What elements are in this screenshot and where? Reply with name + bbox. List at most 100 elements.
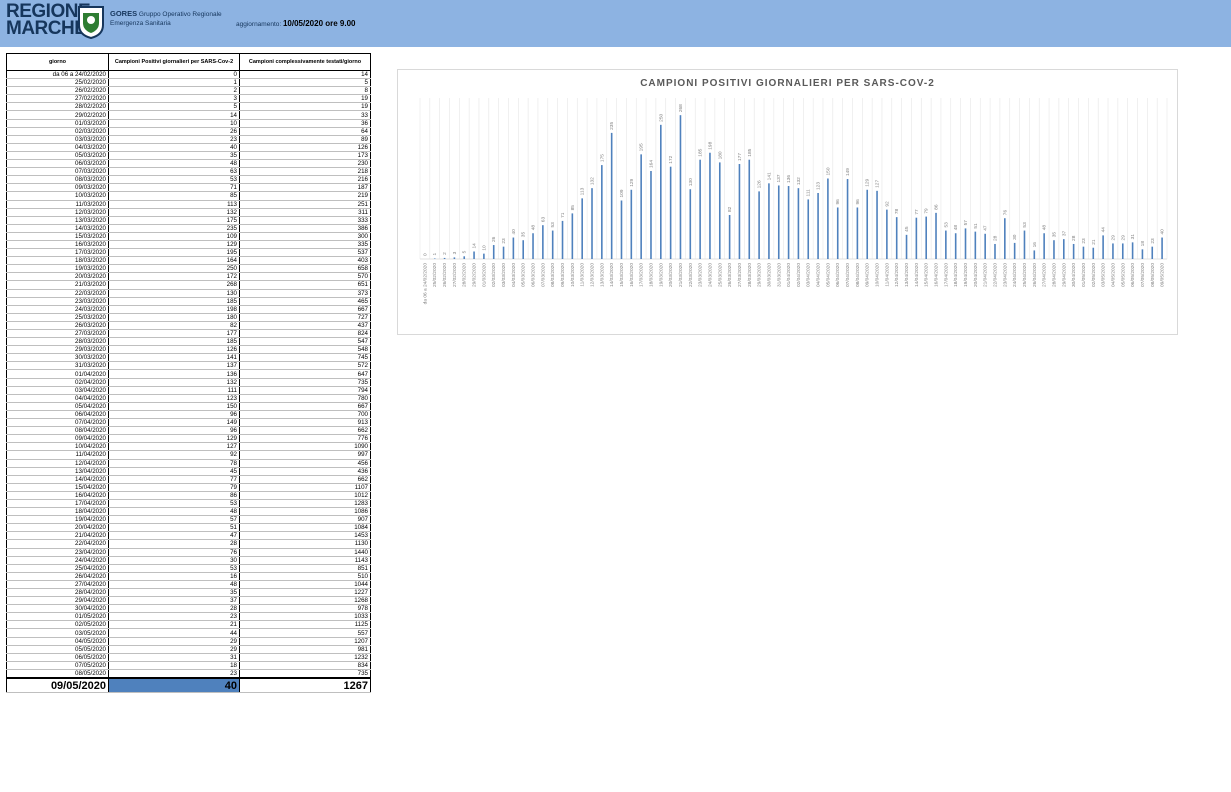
cell-positivi: 141 bbox=[108, 353, 240, 363]
cell-testati: 651 bbox=[239, 280, 371, 290]
cell-positivi-latest: 40 bbox=[108, 677, 240, 694]
data-label: 0 bbox=[422, 253, 428, 256]
table-row: 27/04/2020 48 1044 bbox=[6, 580, 371, 590]
cell-positivi: 14 bbox=[108, 110, 240, 120]
cell-testati: 735 bbox=[239, 378, 371, 387]
x-tick-label: 17/03/2020 bbox=[639, 263, 645, 287]
bar bbox=[984, 233, 986, 259]
cell-testati: 173 bbox=[239, 151, 371, 161]
bar bbox=[522, 240, 525, 259]
table-row: da 06 a 24/02/2020 0 14 bbox=[6, 70, 371, 80]
data-label: 185 bbox=[747, 148, 753, 156]
cell-positivi: 111 bbox=[108, 386, 240, 395]
cell-positivi: 195 bbox=[108, 248, 240, 258]
table-row: 05/05/2020 29 981 bbox=[6, 645, 371, 654]
data-label: 23 bbox=[501, 238, 507, 244]
cell-testati: 216 bbox=[239, 175, 371, 185]
update-label: aggiornamento: bbox=[236, 21, 282, 28]
cell-testati: 187 bbox=[239, 183, 371, 193]
data-label: 137 bbox=[776, 174, 782, 182]
bar bbox=[1131, 242, 1134, 259]
x-tick-label: 23/03/2020 bbox=[698, 263, 704, 287]
data-label: 53 bbox=[943, 222, 949, 228]
data-label: 150 bbox=[825, 167, 831, 175]
cell-giorno: 21/04/2020 bbox=[6, 531, 109, 541]
cell-testati: 1107 bbox=[239, 483, 371, 492]
data-label: 21 bbox=[1091, 239, 1097, 245]
cell-giorno: 06/04/2020 bbox=[6, 410, 109, 420]
cell-giorno: 26/03/2020 bbox=[6, 321, 109, 331]
cell-positivi: 136 bbox=[108, 369, 240, 379]
cell-giorno: 16/04/2020 bbox=[6, 491, 109, 500]
bar bbox=[964, 228, 967, 259]
cell-giorno: 09/03/2020 bbox=[6, 183, 109, 193]
x-tick-label: 15/03/2020 bbox=[619, 263, 625, 287]
x-tick-label: 16/03/2020 bbox=[629, 263, 635, 287]
cell-testati: 465 bbox=[239, 297, 371, 306]
x-tick-label: 18/04/2020 bbox=[953, 263, 959, 287]
cell-giorno: 18/04/2020 bbox=[6, 507, 109, 517]
cell-giorno: 13/03/2020 bbox=[6, 216, 109, 225]
x-tick-label: 01/04/2020 bbox=[786, 263, 792, 287]
data-table-container: giorno Campioni Positivi giornalieri per… bbox=[6, 53, 371, 694]
bar bbox=[1004, 218, 1006, 259]
cell-testati: 218 bbox=[239, 167, 371, 177]
cell-positivi: 23 bbox=[108, 669, 240, 679]
data-table: giorno Campioni Positivi giornalieri per… bbox=[6, 53, 371, 694]
data-label: 149 bbox=[845, 168, 851, 176]
x-tick-label: 24/03/2020 bbox=[707, 263, 713, 287]
table-row: 30/03/2020 141 745 bbox=[6, 353, 371, 363]
data-label: 16 bbox=[1032, 242, 1038, 248]
cell-positivi: 129 bbox=[108, 240, 240, 250]
table-row: 03/04/2020 111 794 bbox=[6, 386, 371, 395]
bar bbox=[768, 183, 770, 259]
cell-giorno: 01/04/2020 bbox=[6, 369, 109, 379]
bar-chart: 0 da 06 a 24/02/2020 1 25/02/2020 2 26/02/202… bbox=[419, 98, 1168, 304]
cell-testati: 1012 bbox=[239, 491, 371, 500]
cell-giorno: 05/05/2020 bbox=[6, 645, 109, 654]
bar bbox=[443, 257, 446, 259]
bar bbox=[886, 209, 888, 259]
cell-giorno: 01/05/2020 bbox=[6, 612, 109, 622]
bar bbox=[895, 217, 898, 259]
cell-giorno: 31/03/2020 bbox=[6, 361, 109, 371]
table-row: 18/03/2020 164 403 bbox=[6, 256, 371, 266]
bar bbox=[473, 251, 475, 259]
bar bbox=[935, 212, 937, 259]
cell-giorno: 29/04/2020 bbox=[6, 596, 109, 606]
bar bbox=[1151, 246, 1154, 259]
table-row: 06/05/2020 31 1232 bbox=[6, 653, 371, 662]
table-row: 14/04/2020 77 662 bbox=[6, 475, 371, 484]
cell-positivi: 113 bbox=[108, 200, 240, 209]
data-label: 76 bbox=[1002, 210, 1008, 216]
x-tick-label: 27/02/2020 bbox=[452, 263, 458, 287]
table-row: 03/05/2020 44 557 bbox=[6, 628, 371, 638]
cell-testati: 735 bbox=[239, 669, 371, 679]
cell-giorno: 23/03/2020 bbox=[6, 297, 109, 306]
bar bbox=[502, 246, 505, 259]
cell-positivi: 85 bbox=[108, 191, 240, 201]
cell-giorno: 13/04/2020 bbox=[6, 467, 109, 476]
cell-testati: 8 bbox=[239, 86, 371, 96]
cell-giorno: 03/03/2020 bbox=[6, 135, 109, 144]
cell-positivi: 172 bbox=[108, 272, 240, 282]
cell-testati: 1453 bbox=[239, 531, 371, 541]
cell-giorno: 28/04/2020 bbox=[6, 588, 109, 598]
table-row: 09/04/2020 129 776 bbox=[6, 434, 371, 444]
table-row: 27/03/2020 177 824 bbox=[6, 329, 371, 339]
cell-testati: 780 bbox=[239, 394, 371, 403]
cell-testati: 776 bbox=[239, 434, 371, 444]
cell-testati: 1033 bbox=[239, 612, 371, 622]
table-row: 04/05/2020 29 1207 bbox=[6, 637, 371, 646]
x-tick-label: 14/04/2020 bbox=[914, 263, 920, 287]
cell-giorno: 25/03/2020 bbox=[6, 313, 109, 322]
table-row: 17/04/2020 53 1283 bbox=[6, 499, 371, 509]
x-tick-label: 21/04/2020 bbox=[983, 263, 989, 287]
cell-positivi: 123 bbox=[108, 394, 240, 403]
x-tick-label: 30/04/2020 bbox=[1071, 263, 1077, 287]
table-row: 06/03/2020 48 230 bbox=[6, 159, 371, 169]
cell-testati: 981 bbox=[239, 645, 371, 654]
cell-positivi: 2 bbox=[108, 86, 240, 96]
table-row: 15/04/2020 79 1107 bbox=[6, 483, 371, 492]
cell-giorno: 05/04/2020 bbox=[6, 402, 109, 411]
